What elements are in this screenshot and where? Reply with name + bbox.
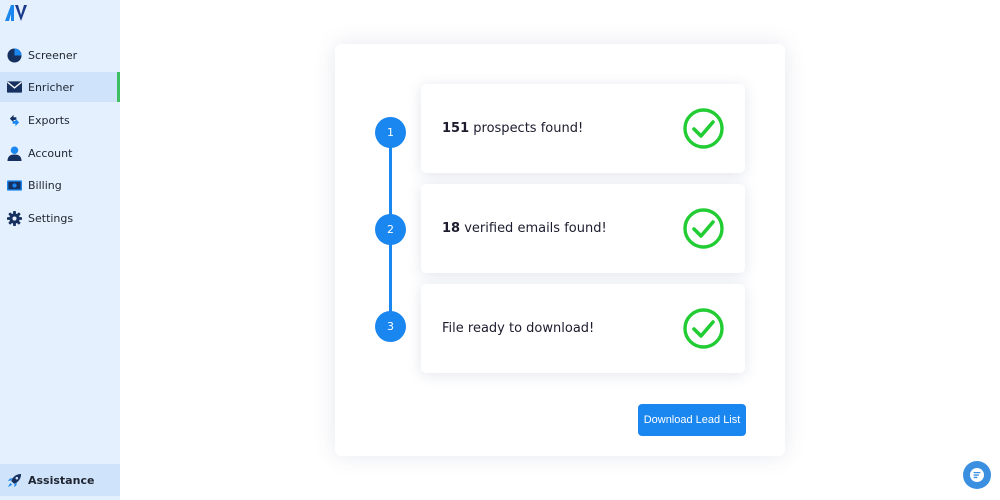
sidebar-item-exports[interactable]: Exports bbox=[0, 105, 120, 135]
pie-chart-icon bbox=[7, 47, 22, 63]
sidebar-item-label: Billing bbox=[28, 178, 62, 192]
step-text: 18 verified emails found! bbox=[442, 221, 607, 236]
step-card: 151 prospects found! bbox=[421, 84, 745, 173]
assistance-button[interactable]: Assistance bbox=[0, 464, 120, 496]
step-description: File ready to download! bbox=[442, 321, 595, 336]
sidebar-item-label: Account bbox=[28, 146, 73, 160]
step-count: 18 bbox=[442, 221, 461, 236]
step-text: 151 prospects found! bbox=[442, 121, 583, 136]
chat-widget-button[interactable] bbox=[963, 461, 991, 489]
check-circle-icon bbox=[683, 108, 724, 149]
transfer-arrows-icon bbox=[7, 113, 22, 128]
sidebar: Screener Enricher Exports Account Billin… bbox=[0, 0, 120, 500]
step-card: 18 verified emails found! bbox=[421, 184, 745, 273]
step-card: File ready to download! bbox=[421, 284, 745, 373]
step-description: verified emails found! bbox=[460, 221, 607, 236]
step-count: 151 bbox=[442, 121, 470, 136]
sidebar-item-label: Screener bbox=[28, 48, 78, 62]
sidebar-item-enricher[interactable]: Enricher bbox=[0, 72, 120, 102]
sidebar-item-account[interactable]: Account bbox=[0, 138, 120, 168]
sidebar-item-screener[interactable]: Screener bbox=[0, 40, 120, 70]
chat-bubble-icon bbox=[970, 468, 984, 482]
envelope-icon bbox=[7, 80, 22, 95]
av-logo-icon[interactable] bbox=[5, 5, 27, 21]
sidebar-item-settings[interactable]: Settings bbox=[0, 203, 120, 233]
gear-icon bbox=[7, 210, 22, 226]
step-number-badge: 3 bbox=[375, 311, 406, 342]
user-icon bbox=[7, 145, 22, 161]
rocket-icon bbox=[7, 473, 22, 488]
step-description: prospects found! bbox=[469, 121, 584, 136]
sidebar-item-label: Settings bbox=[28, 211, 74, 225]
sidebar-item-billing[interactable]: Billing bbox=[0, 170, 120, 200]
assistance-label: Assistance bbox=[28, 473, 95, 487]
money-bill-icon bbox=[7, 178, 22, 193]
check-circle-icon bbox=[683, 308, 724, 349]
step-number-badge: 2 bbox=[375, 214, 406, 245]
sidebar-item-label: Enricher bbox=[28, 80, 74, 94]
step-number-badge: 1 bbox=[375, 117, 406, 148]
download-lead-list-button[interactable]: Download Lead List bbox=[638, 404, 746, 436]
check-circle-icon bbox=[683, 208, 724, 249]
step-text: File ready to download! bbox=[442, 321, 594, 336]
sidebar-item-label: Exports bbox=[28, 113, 70, 127]
